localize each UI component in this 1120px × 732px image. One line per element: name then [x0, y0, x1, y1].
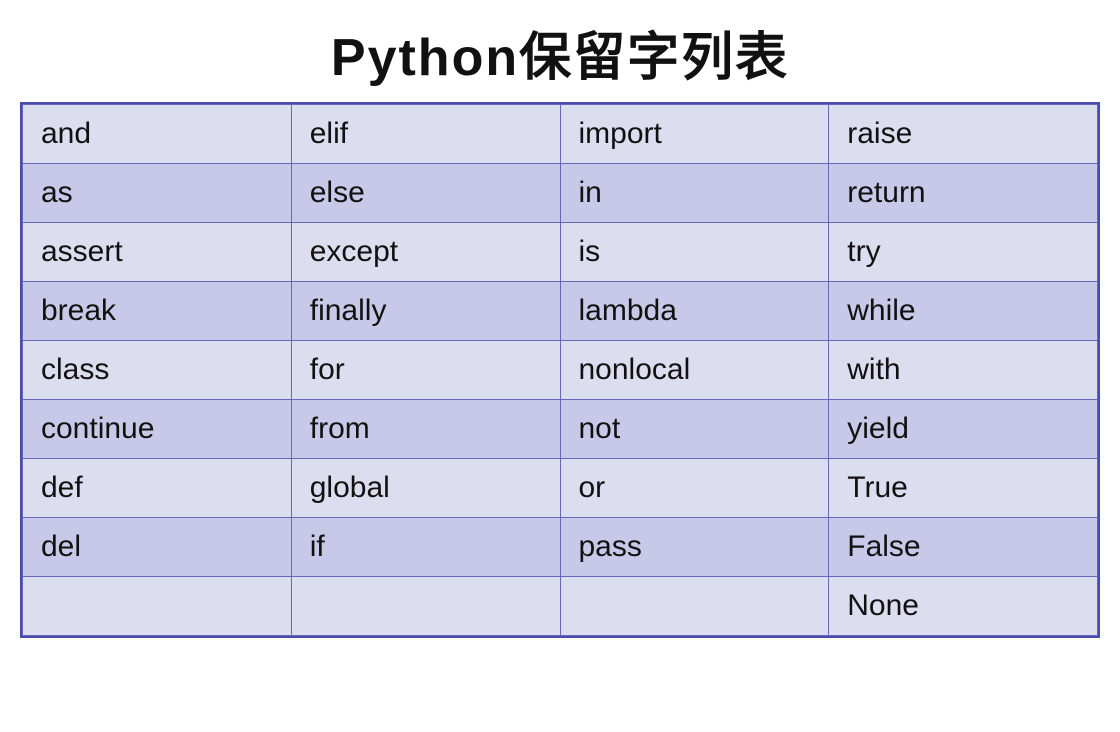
table-cell: None — [829, 577, 1098, 636]
table-cell: del — [23, 518, 292, 577]
page-title: Python保留字列表 — [331, 15, 789, 90]
table-row: classfornonlocalwith — [23, 341, 1098, 400]
keywords-table-wrapper: andelifimportraiseaselseinreturnassertex… — [20, 102, 1100, 638]
table-cell: while — [829, 282, 1098, 341]
table-cell: lambda — [560, 282, 829, 341]
table-cell: def — [23, 459, 292, 518]
table-row: andelifimportraise — [23, 105, 1098, 164]
table-row: None — [23, 577, 1098, 636]
table-cell: not — [560, 400, 829, 459]
table-cell: finally — [291, 282, 560, 341]
table-cell: is — [560, 223, 829, 282]
table-cell: in — [560, 164, 829, 223]
table-cell: and — [23, 105, 292, 164]
table-cell: break — [23, 282, 292, 341]
table-cell: from — [291, 400, 560, 459]
table-cell: assert — [23, 223, 292, 282]
table-cell: class — [23, 341, 292, 400]
table-cell: or — [560, 459, 829, 518]
table-cell: yield — [829, 400, 1098, 459]
table-cell: except — [291, 223, 560, 282]
table-cell — [23, 577, 292, 636]
table-row: breakfinallylambdawhile — [23, 282, 1098, 341]
table-cell: elif — [291, 105, 560, 164]
table-cell: False — [829, 518, 1098, 577]
table-cell: True — [829, 459, 1098, 518]
table-cell: return — [829, 164, 1098, 223]
table-cell — [560, 577, 829, 636]
table-cell: raise — [829, 105, 1098, 164]
table-row: aselseinreturn — [23, 164, 1098, 223]
table-row: delifpassFalse — [23, 518, 1098, 577]
table-cell: with — [829, 341, 1098, 400]
table-cell: for — [291, 341, 560, 400]
table-cell: pass — [560, 518, 829, 577]
table-cell: continue — [23, 400, 292, 459]
table-cell: nonlocal — [560, 341, 829, 400]
table-cell: import — [560, 105, 829, 164]
table-row: assertexceptistry — [23, 223, 1098, 282]
table-cell: global — [291, 459, 560, 518]
keywords-table: andelifimportraiseaselseinreturnassertex… — [22, 104, 1098, 636]
table-cell: as — [23, 164, 292, 223]
table-cell — [291, 577, 560, 636]
table-cell: else — [291, 164, 560, 223]
table-row: defglobalorTrue — [23, 459, 1098, 518]
table-cell: if — [291, 518, 560, 577]
table-row: continuefromnotyield — [23, 400, 1098, 459]
table-cell: try — [829, 223, 1098, 282]
